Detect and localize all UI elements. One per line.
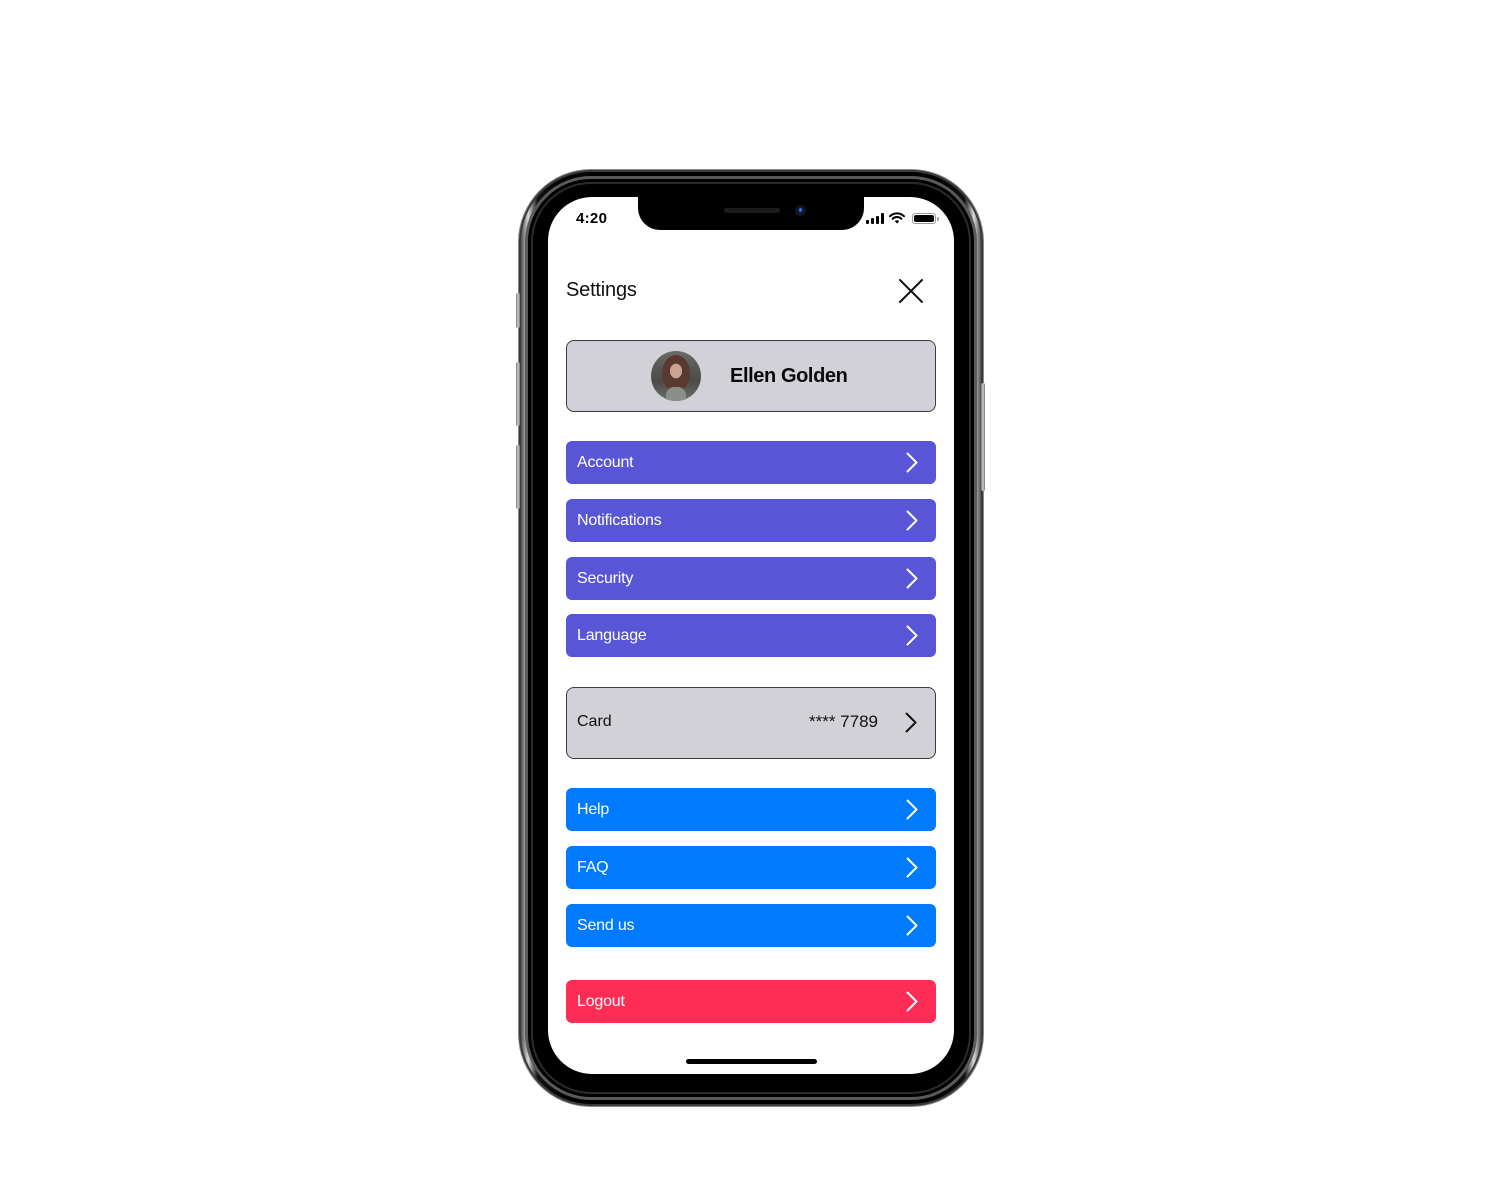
home-indicator[interactable]: [686, 1059, 817, 1064]
status-time: 4:20: [576, 210, 608, 227]
chevron-right-icon: [906, 568, 918, 589]
avatar: [651, 351, 701, 401]
chevron-right-icon: [906, 510, 918, 531]
chevron-right-icon: [906, 799, 918, 820]
earpiece-speaker: [724, 208, 780, 213]
volume-up-button: [516, 362, 520, 426]
chevron-right-icon: [905, 712, 917, 733]
chevron-right-icon: [906, 452, 918, 473]
menu-item-label: Security: [577, 569, 634, 587]
status-icons: [866, 212, 905, 224]
menu-item-account[interactable]: Account: [566, 441, 936, 484]
menu-item-label: Language: [577, 626, 647, 644]
page-title: Settings: [566, 279, 637, 301]
menu-item-send-us[interactable]: Send us: [566, 904, 936, 947]
close-icon: [899, 279, 923, 303]
wifi-icon: [889, 212, 905, 224]
chevron-right-icon: [906, 915, 918, 936]
profile-name: Ellen Golden: [730, 365, 848, 387]
menu-item-faq[interactable]: FAQ: [566, 846, 936, 889]
menu-item-notifications[interactable]: Notifications: [566, 499, 936, 542]
menu-item-security[interactable]: Security: [566, 557, 936, 600]
silent-switch: [516, 293, 520, 328]
menu-item-help[interactable]: Help: [566, 788, 936, 831]
menu-item-label: FAQ: [577, 858, 609, 876]
chevron-right-icon: [906, 625, 918, 646]
menu-item-card[interactable]: Card **** 7789: [566, 687, 936, 759]
front-camera: [795, 205, 806, 216]
power-button: [981, 383, 985, 491]
card-number: **** 7789: [808, 712, 878, 731]
cellular-signal-icon: [866, 213, 884, 224]
menu-item-label: Logout: [577, 992, 625, 1010]
card-label: Card: [577, 713, 612, 730]
chevron-right-icon: [906, 857, 918, 878]
close-button[interactable]: [896, 276, 926, 306]
menu-item-label: Notifications: [577, 511, 662, 529]
chevron-right-icon: [906, 991, 918, 1012]
logout-button[interactable]: Logout: [566, 980, 936, 1023]
menu-item-label: Account: [577, 453, 634, 471]
battery-icon: [912, 213, 939, 224]
menu-item-language[interactable]: Language: [566, 614, 936, 657]
volume-down-button: [516, 445, 520, 509]
menu-item-label: Send us: [577, 916, 635, 934]
menu-item-label: Help: [577, 800, 610, 818]
